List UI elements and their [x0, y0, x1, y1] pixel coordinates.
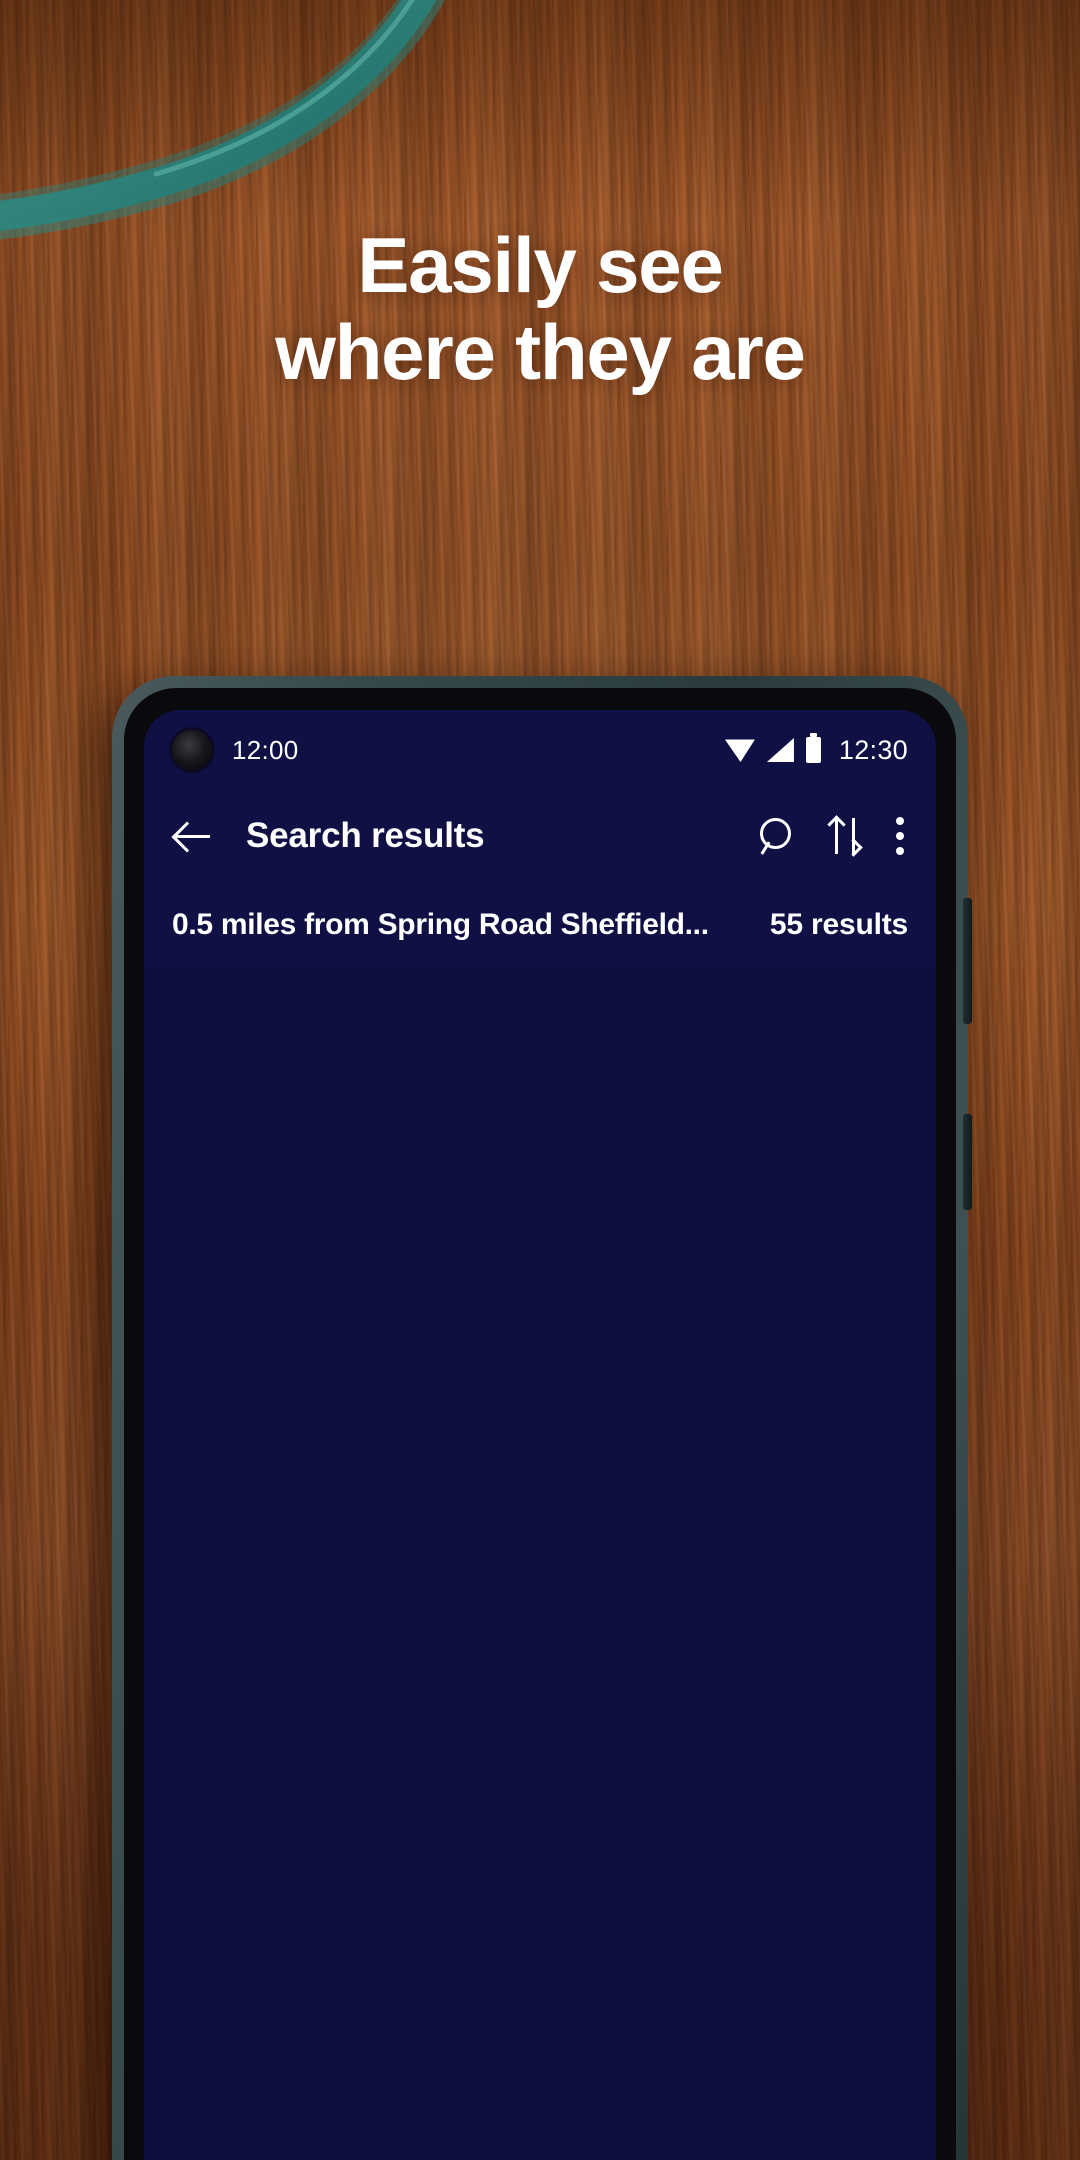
- page-title: Search results: [246, 816, 485, 855]
- headline-line-2: where they are: [275, 308, 806, 397]
- wifi-icon: [724, 739, 755, 762]
- teal-hose-coil-right: [360, 0, 1000, 90]
- status-bar: 12:00 12:30: [144, 710, 936, 790]
- app-bar: Search results: [144, 790, 936, 882]
- battery-icon: [805, 733, 821, 763]
- promo-headline: Easily see where they are: [0, 221, 1080, 397]
- signal-icon: [766, 738, 794, 762]
- app-bar-actions: [756, 815, 910, 857]
- headline-line-1: Easily see: [357, 221, 724, 309]
- phone-bezel: 12:00 12:30 Search results 0.5 miles fro…: [124, 688, 956, 2160]
- phone-device-frame: 12:00 12:30 Search results 0.5 miles fro…: [112, 676, 972, 2160]
- status-bar-clock-left: 12:00: [232, 734, 299, 765]
- results-count-label: 55 results: [769, 908, 908, 941]
- search-icon[interactable]: [756, 816, 794, 856]
- search-location-label[interactable]: 0.5 miles from Spring Road Sheffield...: [172, 908, 709, 942]
- camera-punch-hole-icon: [172, 730, 212, 770]
- status-bar-clock-right: 12:30: [838, 734, 908, 765]
- phone-screen: 12:00 12:30 Search results 0.5 miles fro…: [144, 710, 936, 2160]
- filter-bar: 0.5 miles from Spring Road Sheffield... …: [144, 882, 936, 968]
- volume-button[interactable]: [963, 898, 972, 1024]
- overflow-menu-icon[interactable]: [896, 817, 906, 855]
- back-arrow-icon[interactable]: [170, 813, 216, 859]
- sort-icon[interactable]: [827, 815, 863, 857]
- status-bar-indicators: 12:30: [724, 733, 908, 766]
- power-button[interactable]: [963, 1114, 972, 1210]
